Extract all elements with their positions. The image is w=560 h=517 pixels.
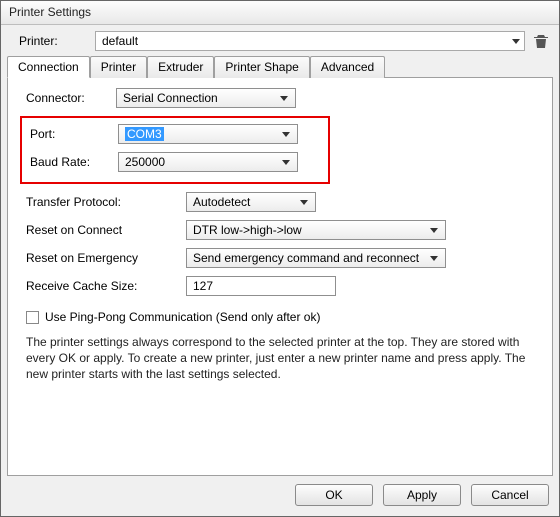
printer-settings-window: Printer Settings Printer: default Connec… (0, 0, 560, 517)
reset-connect-select[interactable]: DTR low->high->low (186, 220, 446, 240)
baud-select[interactable]: 250000 (118, 152, 298, 172)
tab-extruder[interactable]: Extruder (147, 56, 214, 78)
transfer-row: Transfer Protocol: Autodetect (26, 192, 540, 212)
apply-button[interactable]: Apply (383, 484, 461, 506)
connector-label: Connector: (26, 91, 116, 105)
port-row: Port: COM3 (30, 124, 320, 144)
tab-advanced-label: Advanced (321, 60, 374, 74)
reset-emergency-value: Send emergency command and reconnect (193, 251, 419, 265)
tab-printer-shape[interactable]: Printer Shape (214, 56, 309, 78)
button-bar: OK Apply Cancel (1, 476, 559, 516)
cancel-button-label: Cancel (491, 488, 528, 502)
baud-row: Baud Rate: 250000 (30, 152, 320, 172)
trash-icon (533, 33, 549, 49)
baud-value: 250000 (125, 155, 165, 169)
chevron-down-icon (512, 39, 520, 44)
connector-select[interactable]: Serial Connection (116, 88, 296, 108)
tab-extruder-label: Extruder (158, 60, 203, 74)
chevron-down-icon (430, 256, 438, 261)
chevron-down-icon (280, 96, 288, 101)
connector-value: Serial Connection (123, 91, 218, 105)
highlight-box: Port: COM3 Baud Rate: 250000 (20, 116, 330, 184)
reset-connect-label: Reset on Connect (26, 223, 186, 237)
printer-label: Printer: (19, 34, 87, 48)
port-select[interactable]: COM3 (118, 124, 298, 144)
titlebar: Printer Settings (1, 1, 559, 25)
transfer-select[interactable]: Autodetect (186, 192, 316, 212)
pingpong-label: Use Ping-Pong Communication (Send only a… (45, 310, 320, 324)
cancel-button[interactable]: Cancel (471, 484, 549, 506)
reset-connect-value: DTR low->high->low (193, 223, 302, 237)
info-text: The printer settings always correspond t… (26, 334, 540, 383)
connector-row: Connector: Serial Connection (26, 88, 540, 108)
ok-button-label: OK (325, 488, 342, 502)
tab-printer-shape-label: Printer Shape (225, 60, 298, 74)
delete-printer-button[interactable] (533, 33, 549, 49)
window-title: Printer Settings (9, 5, 91, 19)
tab-advanced[interactable]: Advanced (310, 56, 385, 78)
tab-strip: Connection Printer Extruder Printer Shap… (1, 56, 559, 78)
tab-connection-label: Connection (18, 60, 79, 74)
chevron-down-icon (430, 228, 438, 233)
reset-emergency-row: Reset on Emergency Send emergency comman… (26, 248, 540, 268)
transfer-label: Transfer Protocol: (26, 195, 186, 209)
chevron-down-icon (300, 200, 308, 205)
transfer-value: Autodetect (193, 195, 250, 209)
tab-connection[interactable]: Connection (7, 56, 90, 78)
chevron-down-icon (282, 160, 290, 165)
reset-emergency-select[interactable]: Send emergency command and reconnect (186, 248, 446, 268)
pingpong-row: Use Ping-Pong Communication (Send only a… (26, 310, 540, 324)
reset-emergency-label: Reset on Emergency (26, 251, 186, 265)
pingpong-checkbox[interactable] (26, 311, 39, 324)
tab-printer-label: Printer (101, 60, 136, 74)
tab-printer[interactable]: Printer (90, 56, 147, 78)
ok-button[interactable]: OK (295, 484, 373, 506)
printer-select-value: default (102, 34, 138, 48)
connection-panel: Connector: Serial Connection Port: COM3 … (7, 77, 553, 476)
chevron-down-icon (282, 132, 290, 137)
apply-button-label: Apply (407, 488, 437, 502)
cache-row: Receive Cache Size: 127 (26, 276, 540, 296)
baud-label: Baud Rate: (30, 155, 118, 169)
cache-label: Receive Cache Size: (26, 279, 186, 293)
port-value: COM3 (125, 127, 164, 141)
reset-connect-row: Reset on Connect DTR low->high->low (26, 220, 540, 240)
printer-select[interactable]: default (95, 31, 525, 51)
printer-selector-row: Printer: default (1, 25, 559, 55)
cache-input[interactable]: 127 (186, 276, 336, 296)
cache-value: 127 (193, 279, 213, 293)
port-label: Port: (30, 127, 118, 141)
